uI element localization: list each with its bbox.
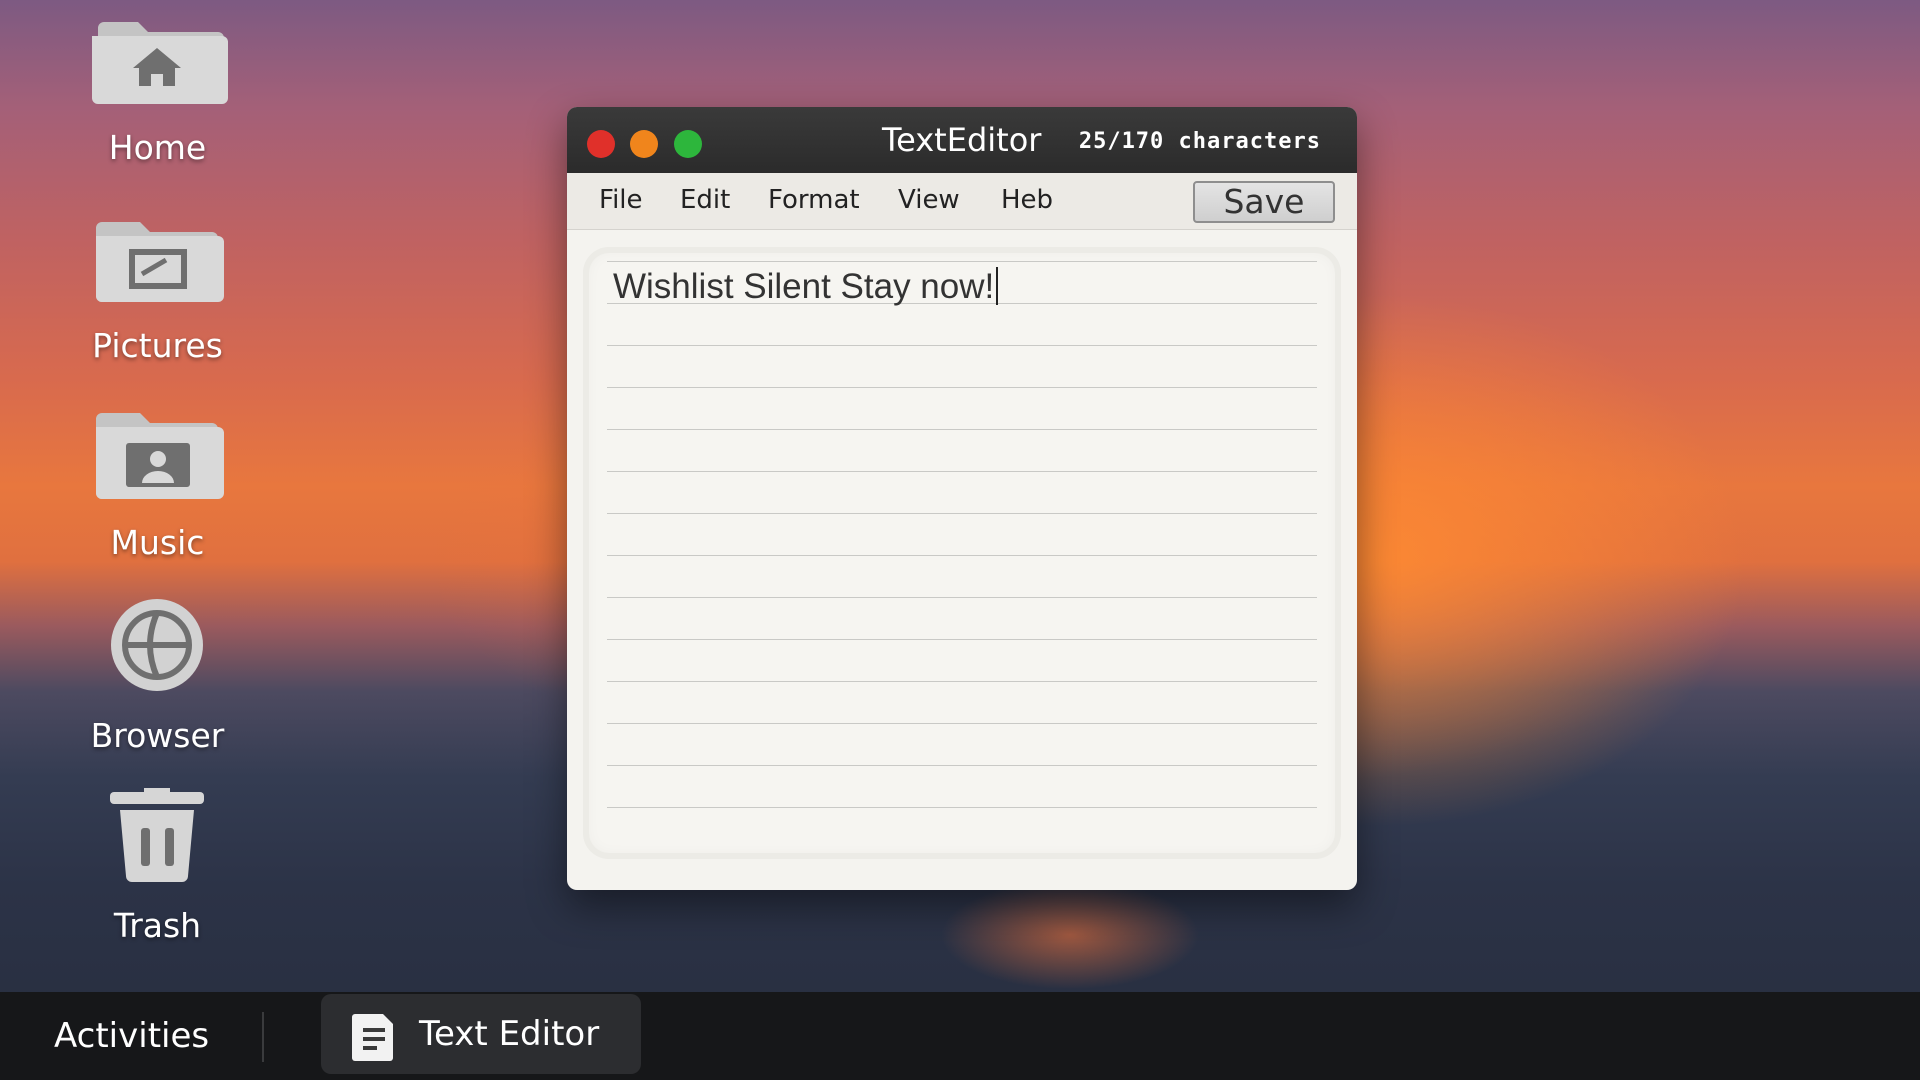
text-cursor <box>996 267 999 305</box>
menu-view[interactable]: View <box>898 185 960 215</box>
minimize-button[interactable] <box>630 130 658 158</box>
globe-icon <box>80 598 235 708</box>
menu-format[interactable]: Format <box>768 185 860 215</box>
desktop-icon-browser[interactable]: Browser <box>80 598 235 755</box>
menu-bar: File Edit Format View Heb Save <box>567 173 1357 230</box>
sun-reflection <box>940 880 1200 990</box>
close-button[interactable] <box>587 130 615 158</box>
character-counter: 25/170 characters <box>1078 129 1321 154</box>
pictures-folder-icon <box>80 208 235 318</box>
desktop-icon-home[interactable]: Home <box>80 10 235 167</box>
maximize-button[interactable] <box>674 130 702 158</box>
menu-help[interactable]: Heb <box>1001 185 1053 215</box>
editor-text: Wishlist Silent Stay now! <box>613 267 995 306</box>
home-folder-icon <box>80 10 235 120</box>
ruled-lines <box>607 261 1317 832</box>
editor-content[interactable]: Wishlist Silent Stay now! <box>613 267 999 307</box>
desktop-icon-label: Pictures <box>92 326 223 365</box>
text-area[interactable]: Wishlist Silent Stay now! <box>583 247 1341 859</box>
document-icon <box>351 1012 397 1062</box>
save-button[interactable]: Save <box>1193 181 1335 223</box>
text-editor-window: TextEditor 25/170 characters File Edit F… <box>567 107 1357 890</box>
menu-file[interactable]: File <box>599 185 643 215</box>
desktop-icon-label: Trash <box>113 906 202 945</box>
desktop-icon-trash[interactable]: Trash <box>80 786 235 945</box>
desktop-icon-label: Music <box>110 523 205 562</box>
taskbar: Activities Text Editor <box>0 992 1920 1080</box>
trash-icon <box>80 786 235 898</box>
music-folder-icon <box>80 405 235 515</box>
taskbar-app-text-editor[interactable]: Text Editor <box>321 994 641 1074</box>
desktop-icon-music[interactable]: Music <box>80 405 235 562</box>
desktop-icon-pictures[interactable]: Pictures <box>80 208 235 365</box>
desktop-icon-label: Home <box>108 128 207 167</box>
taskbar-app-label: Text Editor <box>419 1014 600 1054</box>
activities-button[interactable]: Activities <box>54 1016 209 1056</box>
window-title: TextEditor <box>882 121 1042 159</box>
taskbar-divider <box>262 1012 264 1062</box>
desktop-icon-label: Browser <box>90 716 225 755</box>
menu-edit[interactable]: Edit <box>680 185 730 215</box>
title-bar[interactable]: TextEditor 25/170 characters <box>567 107 1357 173</box>
